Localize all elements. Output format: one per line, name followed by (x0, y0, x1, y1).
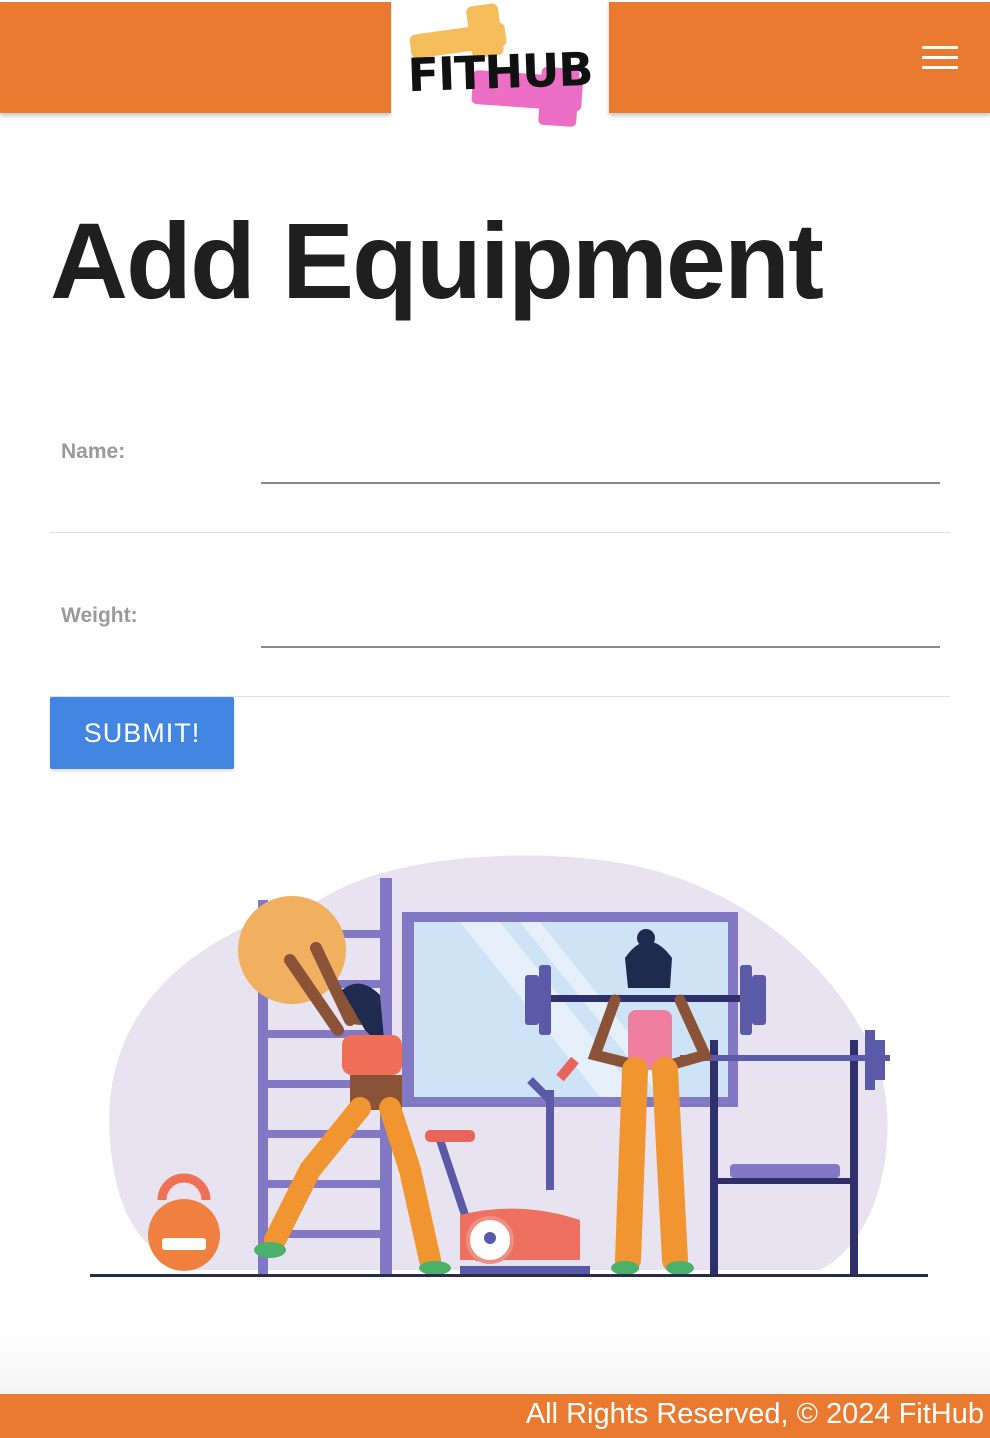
floor-line (90, 1274, 928, 1277)
hamburger-menu-icon[interactable] (914, 38, 966, 78)
footer-fade (0, 1330, 990, 1394)
site-header: FITHUB (0, 0, 990, 132)
menu-line (922, 66, 958, 69)
site-footer: All Rights Reserved, © 2024 FitHub (0, 1394, 990, 1438)
header-bar-left (0, 2, 391, 113)
weight-form-row: Weight: (50, 586, 950, 697)
gym-workout-illustration (80, 840, 940, 1290)
page-title: Add Equipment (50, 200, 824, 321)
name-input[interactable] (261, 438, 940, 484)
name-label: Name: (61, 440, 126, 463)
fithub-logo[interactable]: FITHUB (392, 0, 608, 132)
menu-line (922, 56, 958, 59)
menu-line (922, 46, 958, 49)
copyright-text: All Rights Reserved, © 2024 FitHub (525, 1398, 984, 1430)
weight-label: Weight: (61, 604, 138, 627)
dumbbell-logo-icon: FITHUB (407, 3, 594, 127)
name-form-row: Name: (50, 422, 950, 533)
submit-button[interactable]: SUBMIT! (50, 697, 234, 769)
logo-text: FITHUB (407, 42, 594, 102)
weight-input[interactable] (261, 602, 940, 648)
